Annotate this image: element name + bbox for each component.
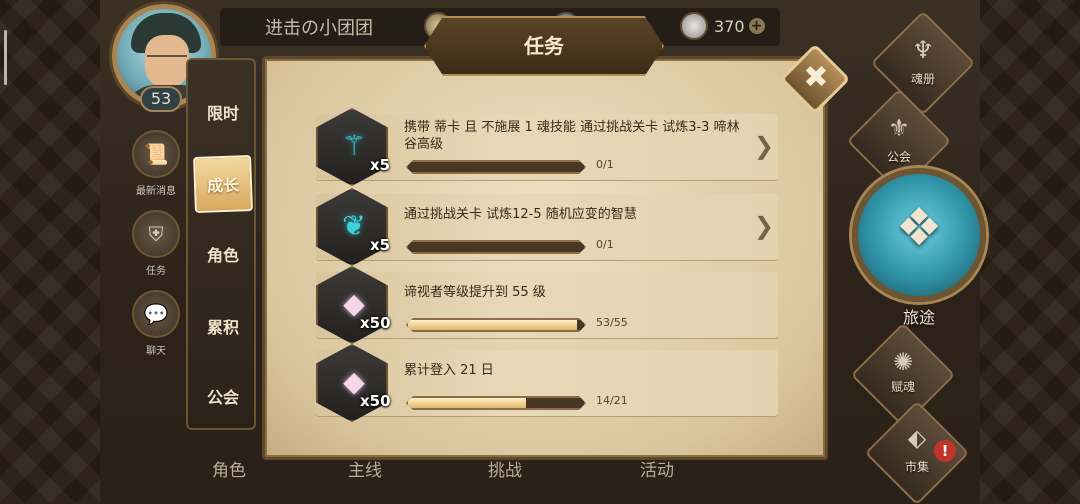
panel-title: 任务 bbox=[524, 34, 564, 58]
guild-crest-icon: ⚜ bbox=[888, 114, 910, 142]
task-row[interactable]: ⚚ x5 携带 蒂卡 且 不施展 1 魂技能 通过挑战关卡 试炼3-3 啼林谷高… bbox=[316, 108, 778, 186]
task-description: 谛视者等级提升到 55 级 bbox=[404, 285, 546, 300]
scroll-indicator bbox=[4, 30, 7, 85]
diamond-icon: ◆ bbox=[316, 266, 388, 344]
progress-bar bbox=[406, 396, 586, 410]
task-description: 累计登入 21 日 bbox=[404, 363, 494, 378]
guild-label: 公会 bbox=[886, 150, 911, 164]
swirl-icon: ✺ bbox=[892, 348, 914, 376]
task-description: 通过挑战关卡 试炼12-5 随机应变的智慧 bbox=[404, 207, 637, 222]
soul-book-label: 魂册 bbox=[910, 72, 935, 86]
gem-resource[interactable]: 370 + bbox=[680, 12, 765, 40]
task-row[interactable]: ◆ x50 累计登入 21 日 14/21 bbox=[316, 344, 778, 422]
side-menu: 📜 最新消息 ⛨ 任务 💬 聊天 bbox=[128, 130, 184, 370]
side-item-tasks[interactable]: ⛨ 任务 bbox=[128, 210, 184, 286]
progress-fill bbox=[408, 398, 526, 408]
soul-skill-icon: ⚚ bbox=[316, 108, 388, 186]
market-alert-badge: ! bbox=[934, 440, 956, 462]
tab-cumulative[interactable]: 累积 bbox=[194, 300, 252, 356]
chevron-right-icon[interactable]: ❯ bbox=[754, 132, 774, 160]
progress-text: 14/21 bbox=[596, 394, 628, 407]
reward-quantity: x50 bbox=[360, 314, 391, 332]
gem-value: 370 bbox=[714, 16, 745, 36]
soul-fuse-label: 赋魂 bbox=[890, 380, 915, 394]
journey-label: 旅途 bbox=[902, 308, 935, 327]
player-level: 53 bbox=[140, 86, 182, 112]
tree-emblem-icon: ❖ bbox=[895, 198, 943, 258]
background-right bbox=[980, 0, 1080, 504]
reward-quantity: x5 bbox=[370, 236, 391, 254]
demon-mask-icon: ♆ bbox=[912, 36, 934, 64]
group-name: 进击の小团团 bbox=[265, 18, 373, 39]
bottom-tab-character[interactable]: 角色 bbox=[212, 456, 246, 481]
reward-quantity: x50 bbox=[360, 392, 391, 410]
armor-icon: ⛨ bbox=[132, 210, 180, 258]
category-tabs: 限时 成长 角色 累积 公会 bbox=[186, 58, 256, 430]
side-item-news[interactable]: 📜 最新消息 bbox=[128, 130, 184, 206]
background-left bbox=[0, 0, 100, 504]
scroll-icon: 📜 bbox=[132, 130, 180, 178]
game-screen: 进击の小团团 51 10 370 + 53 📜 最新消息 ⛨ 任务 💬 聊天 角… bbox=[0, 0, 1080, 504]
add-gem-button[interactable]: + bbox=[748, 18, 765, 34]
side-item-label: 最新消息 bbox=[136, 186, 176, 197]
progress-fill bbox=[408, 320, 577, 330]
task-row[interactable]: ❦ x5 通过挑战关卡 试炼12-5 随机应变的智慧 0/1 ❯ bbox=[316, 188, 778, 266]
chevron-right-icon[interactable]: ❯ bbox=[754, 212, 774, 240]
progress-text: 0/1 bbox=[596, 238, 614, 251]
tab-growth[interactable]: 成长 bbox=[193, 155, 253, 213]
side-item-label: 聊天 bbox=[146, 346, 166, 357]
tab-limited[interactable]: 限时 bbox=[194, 86, 252, 142]
progress-bar bbox=[406, 240, 586, 254]
tab-character[interactable]: 角色 bbox=[194, 228, 252, 284]
side-item-label: 任务 bbox=[146, 266, 166, 277]
task-row[interactable]: ◆ x50 谛视者等级提升到 55 级 53/55 bbox=[316, 266, 778, 344]
progress-text: 53/55 bbox=[596, 316, 628, 329]
diamond-icon: ◆ bbox=[316, 344, 388, 422]
progress-bar bbox=[406, 318, 586, 332]
progress-text: 0/1 bbox=[596, 158, 614, 171]
chat-icon: 💬 bbox=[132, 290, 180, 338]
tab-guild[interactable]: 公会 bbox=[194, 370, 252, 426]
reward-quantity: x5 bbox=[370, 156, 391, 174]
close-icon[interactable]: ✖ bbox=[798, 58, 834, 98]
soul-skill-icon: ❦ bbox=[316, 188, 388, 266]
gem-icon bbox=[680, 12, 708, 40]
task-description: 携带 蒂卡 且 不施展 1 魂技能 通过挑战关卡 试炼3-3 啼林谷高级 bbox=[404, 120, 740, 152]
progress-bar bbox=[406, 160, 586, 174]
side-item-chat[interactable]: 💬 聊天 bbox=[128, 290, 184, 366]
